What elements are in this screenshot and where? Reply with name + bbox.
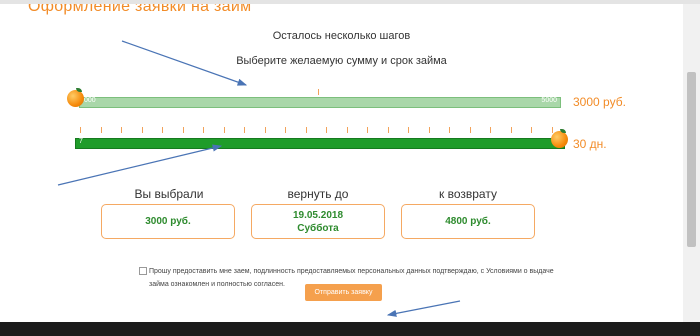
annotation-arrow-amount	[121, 40, 248, 86]
annotation-arrows	[57, 40, 461, 317]
annotation-arrow-term	[57, 144, 223, 186]
annotation-arrow-button	[386, 300, 461, 317]
